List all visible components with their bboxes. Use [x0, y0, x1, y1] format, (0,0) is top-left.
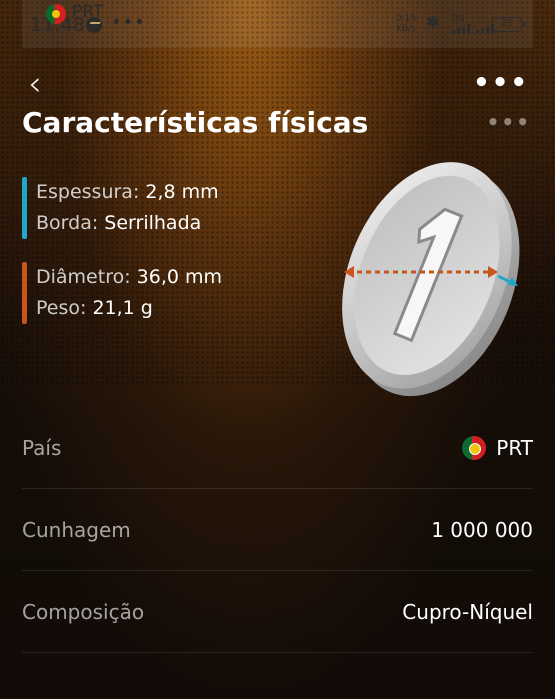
spec-group-thickness-edge: Espessura: 2,8 mm Borda: Serrilhada [22, 177, 219, 239]
bluetooth-icon: ✱ [426, 13, 441, 33]
more-options-button[interactable]: ••• [473, 68, 529, 98]
signal-icon [452, 24, 494, 34]
spec-diameter: Diâmetro: 36,0 mm [36, 262, 222, 293]
network-type: 5G [452, 14, 465, 24]
coin-icon [342, 162, 520, 397]
portugal-flag-icon [462, 435, 487, 460]
more-horizontal-icon: ••• [486, 110, 531, 134]
battery-icon: 21 [492, 17, 525, 32]
spec-edge: Borda: Serrilhada [36, 208, 219, 239]
portugal-flag-icon [46, 4, 66, 24]
spec-weight-label: Peso: [36, 297, 87, 319]
spec-thickness: Espessura: 2,8 mm [36, 177, 219, 208]
detail-label: Cunhagem [22, 517, 131, 542]
detail-value: Cupro-Níquel [402, 599, 533, 624]
spec-group-indicator [22, 262, 27, 324]
section-more-button[interactable]: ••• [487, 110, 531, 134]
detail-row-mintage: Cunhagem 1 000 000 [22, 489, 533, 571]
spec-edge-value: Serrilhada [104, 212, 202, 234]
detail-value: PRT [462, 435, 533, 460]
spec-edge-label: Borda: [36, 212, 99, 234]
detail-label: Composição [22, 599, 145, 624]
spec-diameter-label: Diâmetro: [36, 266, 131, 288]
spec-thickness-value: 2,8 mm [145, 181, 219, 203]
battery-level: 21 [500, 18, 514, 29]
spec-diameter-value: 36,0 mm [136, 266, 223, 288]
detail-value: 1 000 000 [431, 517, 533, 542]
page-title: Características físicas [22, 106, 369, 139]
detail-label: País [22, 435, 62, 460]
spec-weight: Peso: 21,1 g [36, 293, 222, 324]
spec-group-indicator [22, 177, 27, 239]
detail-row-composition: Composição Cupro-Níquel [22, 571, 533, 653]
messenger-icon [86, 17, 102, 33]
status-bar: 11:48 PRT ••• 0.15 KB/s ✱ 5G 21 [0, 0, 555, 48]
coin-illustration [322, 152, 534, 404]
chevron-left-icon: ‹ [28, 64, 42, 104]
net-speed: 0.15 KB/s [396, 14, 416, 34]
spec-thickness-label: Espessura: [36, 181, 140, 203]
detail-value-text: PRT [496, 435, 533, 460]
net-speed-unit: KB/s [396, 24, 416, 34]
spec-group-diameter-weight: Diâmetro: 36,0 mm Peso: 21,1 g [22, 262, 222, 324]
back-button[interactable]: ‹ [28, 64, 42, 104]
spec-weight-value: 21,1 g [92, 297, 153, 319]
more-notifications-icon: ••• [111, 12, 146, 33]
more-horizontal-icon: ••• [473, 68, 529, 98]
net-speed-value: 0.15 [396, 14, 417, 24]
detail-row-country: País PRT [22, 407, 533, 489]
